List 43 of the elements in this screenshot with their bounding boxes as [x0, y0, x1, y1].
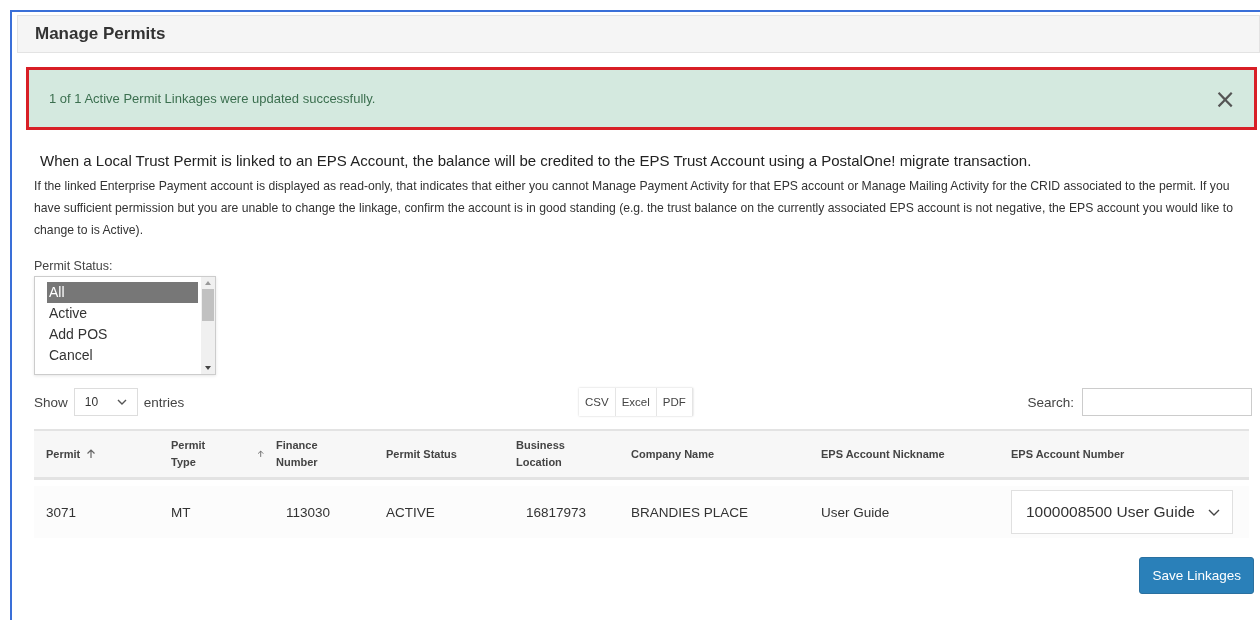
- listbox-option[interactable]: Add POS: [47, 324, 198, 345]
- permit-status-listbox[interactable]: All Active Add POS Cancel: [34, 276, 216, 375]
- alert-message: 1 of 1 Active Permit Linkages were updated successfully.: [49, 91, 376, 106]
- table-cell: User Guide: [821, 504, 890, 520]
- permit-status-label: Permit Status:: [34, 259, 114, 273]
- sort-up-icon[interactable]: [86, 449, 97, 459]
- scroll-down-icon[interactable]: [205, 366, 211, 370]
- save-linkages-button[interactable]: Save Linkages: [1139, 557, 1254, 594]
- column-header[interactable]: EPS Account Nickname: [821, 445, 945, 463]
- column-header[interactable]: EPS Account Number: [1011, 445, 1125, 463]
- scroll-up-icon[interactable]: [205, 281, 211, 285]
- sort-up-icon[interactable]: [256, 449, 264, 459]
- column-header[interactable]: Business Location: [516, 437, 596, 471]
- table-cell: BRANDIES PLACE: [631, 504, 749, 520]
- chevron-down-icon: [1208, 508, 1220, 516]
- chevron-down-icon: [116, 399, 127, 405]
- panel-title: Manage Permits: [35, 24, 166, 44]
- export-button[interactable]: Excel: [615, 388, 657, 416]
- column-header[interactable]: Permit: [46, 445, 81, 463]
- column-header[interactable]: Company Name: [631, 445, 715, 463]
- column-header[interactable]: Finance Number: [276, 437, 356, 471]
- note-text: If the linked Enterprise Payment account is displayed as read-only, that indicates that either you cannot Manage Payment Activity for that EPS account or Manage Mailing Activity for the CRID associated to the permit. If you have sufficient permission but you are unable to change the linkage, confirm the account is in good standing (e.g. the trust balance on the currently associated EPS account is not negative, the EPS account you would like to change to is Active).: [34, 178, 1234, 239]
- table-cell: 16817973: [526, 504, 587, 520]
- table-cell: 113030: [286, 504, 331, 520]
- close-button[interactable]: ×: [1214, 85, 1236, 112]
- scrollbar[interactable]: [201, 277, 215, 374]
- table-cell: ACTIVE: [386, 504, 435, 520]
- listbox-option[interactable]: Active: [47, 303, 198, 324]
- export-button[interactable]: PDF: [656, 388, 693, 416]
- listbox-option[interactable]: Cancel: [47, 345, 198, 366]
- search-field[interactable]: [1082, 388, 1252, 416]
- intro-text: When a Local Trust Permit is linked to an EPS Account, the balance will be credited to the EPS Trust Account using a PostalOne! migrate transaction.: [40, 152, 1033, 169]
- show-label: Show: [34, 394, 68, 410]
- listbox-option[interactable]: All: [47, 282, 198, 303]
- entries-label: entries: [143, 394, 185, 410]
- table-cell: MT: [171, 504, 191, 520]
- export-button[interactable]: CSV: [579, 388, 616, 416]
- column-header[interactable]: Permit Type: [171, 437, 217, 471]
- search-label: Search:: [1027, 394, 1074, 410]
- account-select[interactable]: 1000008500 User Guide: [1011, 490, 1233, 534]
- column-header[interactable]: Permit Status: [386, 445, 457, 463]
- table-cell: 3071: [46, 504, 77, 520]
- entries-select[interactable]: 10: [73, 388, 138, 416]
